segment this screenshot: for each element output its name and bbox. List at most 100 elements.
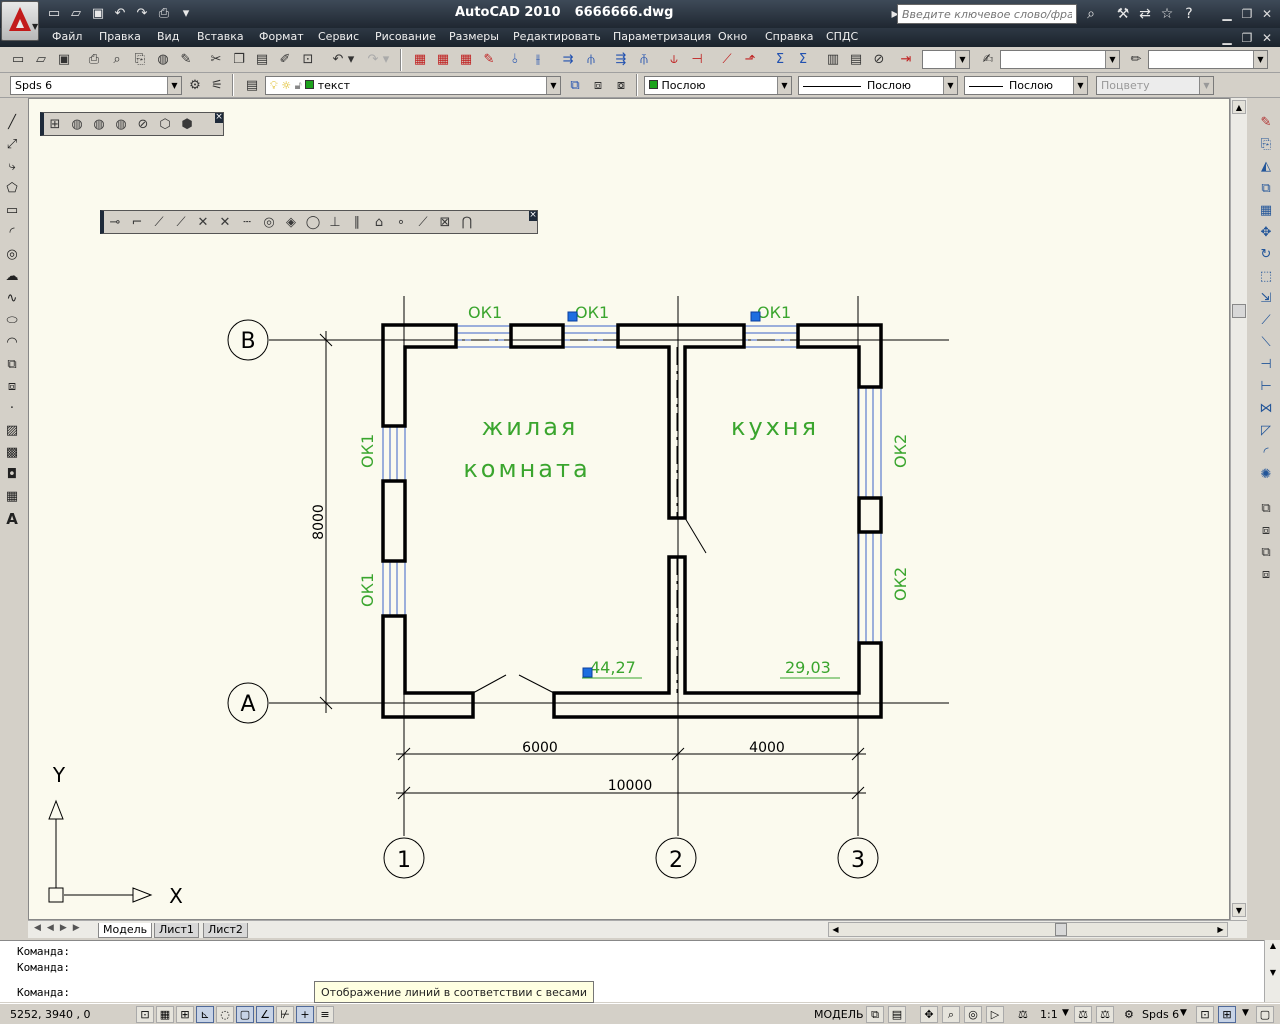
block-editor-icon[interactable]: ⊡ — [298, 49, 318, 69]
menu-item-window[interactable]: Окно — [718, 30, 747, 43]
layer-properties-icon[interactable]: ▤ — [242, 75, 262, 95]
tab-layout1[interactable]: Лист1 — [154, 923, 199, 938]
doc-close-icon[interactable]: ✕ — [1258, 30, 1276, 46]
rectangle-icon[interactable]: ▭ — [2, 200, 22, 221]
polar-tracking-icon[interactable]: ◌ — [216, 1006, 234, 1023]
scroll-down-icon[interactable]: ▼ — [1232, 903, 1246, 917]
offset-icon[interactable]: ⧉ — [1256, 178, 1276, 199]
menu-item-tools[interactable]: Сервис — [318, 30, 359, 43]
minimize-icon[interactable]: ▁ — [1218, 6, 1236, 22]
database-icon[interactable]: ▤ — [846, 49, 866, 69]
snap-tangent-icon[interactable]: ◯ — [302, 212, 324, 232]
spds-section-icon[interactable]: ⫚ — [634, 49, 654, 69]
menu-item-draw[interactable]: Рисование — [375, 30, 436, 43]
help-icon[interactable]: ? — [1178, 4, 1200, 24]
linetype-combo[interactable]: Послою ▼ — [798, 76, 958, 95]
spds-axis-icon[interactable]: ⫝ — [664, 49, 684, 69]
horizontal-scrollbar[interactable]: ◀ ▶ — [828, 922, 1228, 937]
ellipse-icon[interactable]: ⬭ — [2, 310, 22, 331]
annotation-scale-icon[interactable]: ⚖ — [1018, 1008, 1028, 1021]
insert-icon[interactable]: ⇥ — [896, 49, 916, 69]
gradient-icon[interactable]: ▩ — [2, 442, 22, 463]
redo-icon[interactable]: ↷ — [132, 4, 152, 23]
polygon-icon[interactable]: ⬠ — [2, 178, 22, 199]
scroll-up-icon[interactable]: ▲ — [1266, 941, 1280, 954]
line-icon[interactable]: ╱ — [2, 112, 22, 133]
auto-scale-icon[interactable]: ⚖ — [1096, 1006, 1114, 1023]
dynamic-ucs-icon[interactable]: ⊬ — [276, 1006, 294, 1023]
erase-icon[interactable]: ✎ — [1256, 112, 1276, 133]
restore-icon[interactable]: ❐ — [1238, 6, 1256, 22]
cube-icon[interactable]: ⬡ — [154, 114, 176, 134]
scroll-down-icon[interactable]: ▼ — [1266, 968, 1280, 981]
qat-dropdown-icon[interactable]: ▾ — [176, 4, 196, 23]
style-settings-icon[interactable]: ⚙ — [185, 75, 205, 95]
selection-grips[interactable] — [567, 311, 761, 678]
steering-wheel-icon[interactable]: ◎ — [964, 1006, 982, 1023]
menu-item-help[interactable]: Справка — [765, 30, 813, 43]
snap-apparent-icon[interactable]: ✕ — [214, 212, 236, 232]
menu-item-edit[interactable]: Правка — [99, 30, 141, 43]
open-file-icon[interactable]: ▱ — [66, 4, 86, 23]
new-icon[interactable]: ▭ — [8, 49, 28, 69]
table-icon[interactable]: ▦ — [2, 486, 22, 507]
spds-mark-icon[interactable]: ⇉ — [558, 49, 578, 69]
scale-icon[interactable]: ⬚ — [1256, 266, 1276, 287]
draw-order-back-icon[interactable]: ⧈ — [1256, 520, 1276, 541]
grid-icon[interactable]: ⊞ — [176, 1006, 194, 1023]
plotstyle-combo[interactable]: Поцвету ▼ — [1096, 76, 1214, 95]
object-snap-tracking-icon[interactable]: ∠ — [256, 1006, 274, 1023]
paste-icon[interactable]: ▤ — [252, 49, 272, 69]
menu-item-view[interactable]: Вид — [157, 30, 179, 43]
draw-order-above-icon[interactable]: ⧉ — [1256, 542, 1276, 563]
chamfer-icon[interactable]: ◸ — [1256, 420, 1276, 441]
snap-endpoint-icon[interactable]: ⟋ — [148, 212, 170, 232]
globe-remove-icon[interactable]: ◍ — [110, 114, 132, 134]
spds-multi-leader-icon[interactable]: ⫲ — [528, 49, 548, 69]
etransmit-icon[interactable]: ✎ — [176, 49, 196, 69]
new-file-icon[interactable]: ▭ — [44, 4, 64, 23]
rotate-icon[interactable]: ↻ — [1256, 244, 1276, 265]
quick-view-layouts-icon[interactable]: ⧉ — [866, 1006, 884, 1023]
layer-previous-icon[interactable]: ⧈ — [588, 75, 608, 95]
save-icon[interactable]: ▣ — [54, 49, 74, 69]
point-icon[interactable]: · — [2, 398, 22, 419]
snap-perpendicular-icon[interactable]: ⊥ — [324, 212, 346, 232]
annotation-scale-value[interactable]: 1:1 — [1040, 1008, 1058, 1021]
clean-icon[interactable]: ⊘ — [869, 49, 889, 69]
make-block-icon[interactable]: ⧈ — [2, 376, 22, 397]
break-at-point-icon[interactable]: ⊣ — [1256, 354, 1276, 375]
snap-midpoint-icon[interactable]: ⟋ — [170, 212, 192, 232]
pan-icon[interactable]: ✥ — [920, 1006, 938, 1023]
spds-edit-icon[interactable]: ✎ — [479, 49, 499, 69]
globe-add-icon[interactable]: ◍ — [88, 114, 110, 134]
redo-dropdown-icon[interactable]: ▾ — [380, 49, 392, 69]
model-space-label[interactable]: МОДЕЛЬ — [814, 1008, 864, 1021]
favorites-star-icon[interactable]: ☆ — [1156, 4, 1178, 24]
clean-screen-icon[interactable]: ▢ — [1256, 1006, 1274, 1023]
binoculars-icon[interactable]: ⌕ — [1080, 4, 1102, 24]
copy-icon[interactable]: ❐ — [229, 49, 249, 69]
doc-restore-icon[interactable]: ❐ — [1238, 30, 1256, 46]
publish-icon[interactable]: ⎘ — [130, 49, 150, 69]
status-menu-icon[interactable]: ▼ — [1242, 1008, 1249, 1018]
brush-icon[interactable]: ✏ — [1126, 49, 1146, 69]
command-prompt[interactable]: Команда: — [17, 986, 70, 999]
layer-combo[interactable]: 💡︎ ☼ 🔓︎ текст ▼ — [265, 76, 561, 95]
trim-icon[interactable]: ⟋ — [1256, 310, 1276, 331]
spds-table-icon[interactable]: ▦ — [410, 49, 430, 69]
tab-nav-arrows[interactable]: ◀◀▶▶ — [34, 923, 86, 933]
join-icon[interactable]: ⋈ — [1256, 398, 1276, 419]
close-icon[interactable]: ✕ — [1258, 6, 1276, 22]
3d-dwf-icon[interactable]: ◍ — [153, 49, 173, 69]
object-snap-icon[interactable]: ▢ — [236, 1006, 254, 1023]
zoom-icon[interactable]: ⌕ — [942, 1006, 960, 1023]
menu-item-format[interactable]: Формат — [259, 30, 304, 43]
properties-icon[interactable]: ✍ — [978, 49, 998, 69]
views-icon[interactable]: ⊞ — [44, 114, 66, 134]
arc-icon[interactable]: ◜ — [2, 222, 22, 243]
plot-preview-icon[interactable]: ⌕ — [107, 49, 127, 69]
globe-icon[interactable]: ◍ — [66, 114, 88, 134]
match-properties-icon[interactable]: ✐ — [275, 49, 295, 69]
menu-item-dimension[interactable]: Размеры — [449, 30, 499, 43]
